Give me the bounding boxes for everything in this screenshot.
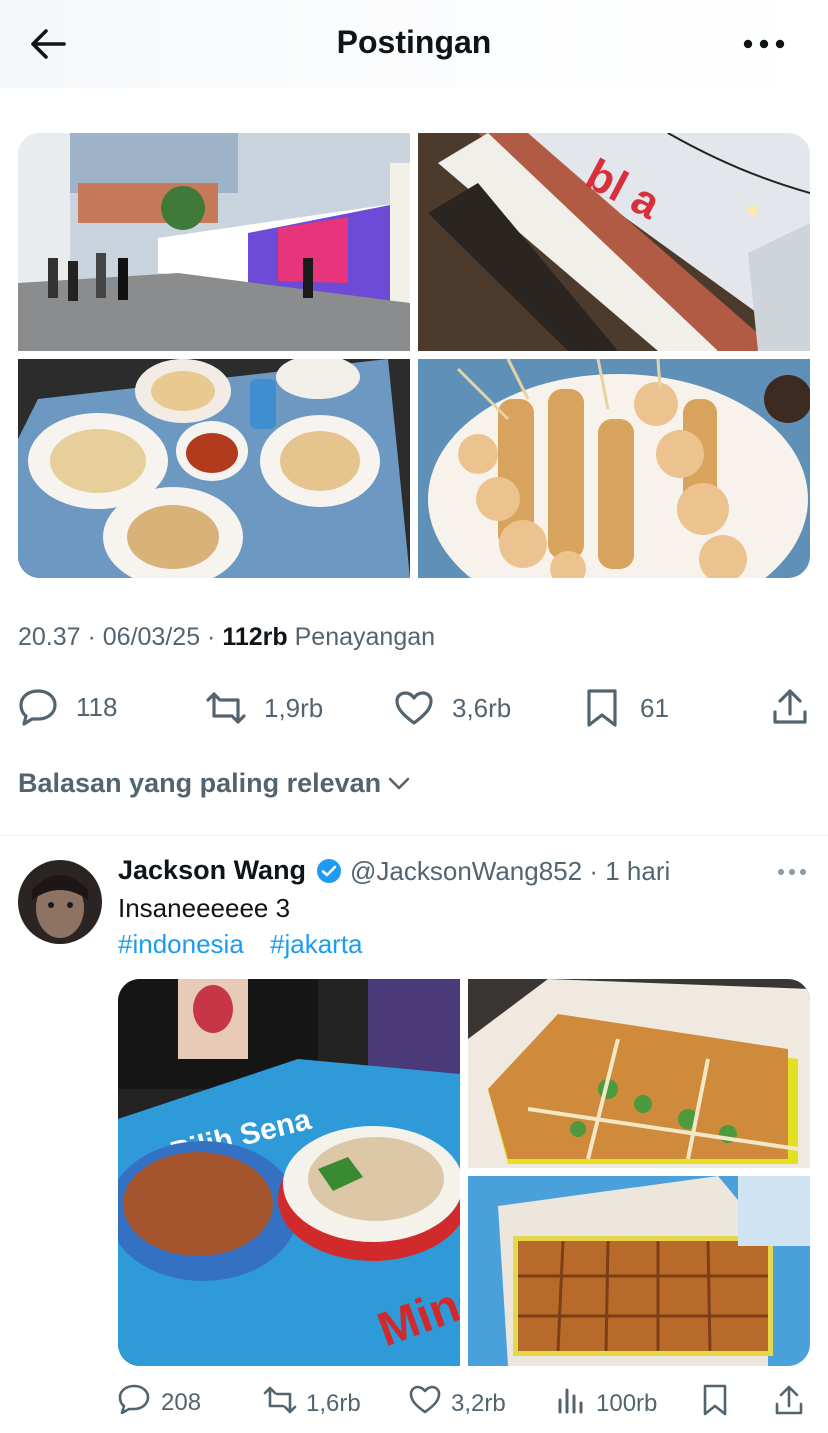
reply-share-button[interactable]: [774, 1384, 804, 1423]
post-photo-neon-sign[interactable]: bl a: [418, 133, 810, 351]
reply-time: · 1 hari: [589, 856, 671, 886]
reply-photo-martabak-manis[interactable]: [468, 1176, 810, 1366]
post-photo-satay[interactable]: [418, 359, 810, 578]
top-bar: Postingan: [0, 0, 828, 88]
reply-more-icon[interactable]: [776, 862, 808, 882]
bookmark-count: 61: [640, 692, 669, 723]
reply-bookmark-button[interactable]: [702, 1384, 728, 1423]
reply-author-handle[interactable]: @JacksonWang852 · 1 hari: [350, 856, 670, 887]
reply-sort-label: Balasan yang paling relevan: [18, 768, 382, 798]
post-meta: 20.37 · 06/03/25 · 112rb Penayangan: [18, 623, 435, 652]
divider: [0, 835, 828, 836]
repost-button[interactable]: 1,9rb: [204, 690, 323, 726]
repost-count: 1,9rb: [264, 692, 324, 723]
reply-count: 118: [76, 691, 118, 722]
reply-button[interactable]: 118: [18, 688, 117, 726]
reply-author-name[interactable]: Jackson Wang: [118, 855, 306, 886]
reply-sort-dropdown[interactable]: Balasan yang paling relevan: [18, 768, 411, 799]
view-label: Penayangan: [294, 623, 436, 651]
reply-like-button[interactable]: 3,2rb: [409, 1385, 506, 1422]
post-timestamp: 20.37 · 06/03/25 ·: [18, 623, 216, 651]
handle-text: @JacksonWang852: [350, 856, 583, 886]
reply-views-button[interactable]: 100rb: [556, 1386, 657, 1421]
bookmark-button[interactable]: 61: [585, 688, 669, 728]
view-count: 112rb: [222, 623, 288, 651]
more-options-icon[interactable]: [738, 30, 790, 58]
repost-icon: [204, 690, 248, 726]
reply-reply-count: 208: [161, 1388, 202, 1416]
heart-icon: [409, 1385, 441, 1422]
reply-photo-martabak-telur[interactable]: [468, 979, 810, 1168]
share-icon: [772, 688, 808, 726]
reply-text: Insaneeeeee 3: [118, 893, 291, 923]
reply-photo-noodles[interactable]: Pilih Sena Mine: [118, 979, 460, 1366]
reply-repost-count: 1,6rb: [306, 1389, 361, 1417]
analytics-icon: [556, 1386, 584, 1421]
like-button[interactable]: 3,6rb: [394, 690, 511, 726]
bookmark-icon: [702, 1384, 728, 1423]
reply-view-count: 100rb: [596, 1389, 658, 1417]
verified-badge-icon: [316, 858, 342, 884]
share-icon: [774, 1384, 804, 1423]
reply-repost-button[interactable]: 1,6rb: [262, 1385, 361, 1422]
hashtag-indonesia[interactable]: #indonesia: [118, 929, 244, 960]
avatar[interactable]: [18, 860, 102, 944]
heart-icon: [394, 690, 434, 726]
reply-icon: [18, 688, 58, 726]
share-button[interactable]: [772, 688, 808, 726]
post-photo-food-plates[interactable]: [18, 359, 410, 578]
repost-icon: [262, 1385, 298, 1422]
chevron-down-icon: [387, 768, 411, 799]
page-title: Postingan: [336, 24, 492, 60]
bookmark-icon: [585, 688, 619, 728]
reply-icon: [118, 1384, 150, 1421]
like-count: 3,6rb: [452, 692, 512, 723]
post-photo-mural[interactable]: [18, 133, 410, 351]
hashtag-jakarta[interactable]: #jakarta: [270, 929, 363, 960]
reply-like-count: 3,2rb: [451, 1389, 506, 1417]
reply-reply-button[interactable]: 208: [118, 1384, 201, 1421]
